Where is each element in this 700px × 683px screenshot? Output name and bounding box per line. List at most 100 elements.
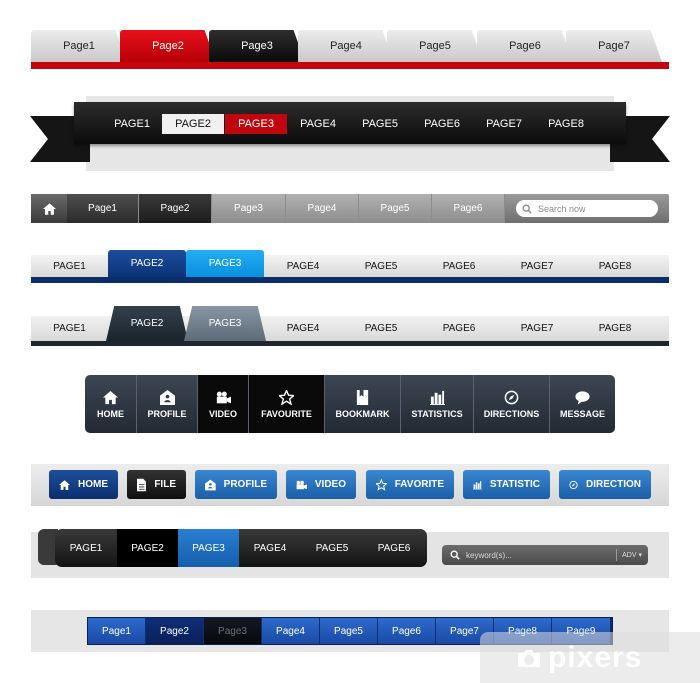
pill-nav-page4[interactable]: PAGE4 [239, 529, 301, 567]
pagination-page1[interactable]: Page1 [88, 618, 146, 644]
blue-nav-page3[interactable]: PAGE3 [186, 250, 264, 277]
tab-page2[interactable]: Page2 [120, 30, 216, 62]
icon-nav-label: STATISTICS [411, 408, 463, 419]
dark-tab-page6[interactable]: PAGE6 [420, 316, 498, 341]
toolbar-button-label: FILE [154, 479, 176, 490]
keyword-search-input[interactable]: keyword(s)... ADV ▾ [442, 545, 648, 565]
icon-nav-label: DIRECTIONS [483, 408, 540, 419]
video-icon [296, 480, 307, 489]
icon-nav-container: HOME PROFILE VIDEO FAVOURITE BOOKMARK ST… [85, 375, 615, 433]
ribbon-item-page6[interactable]: PAGE6 [416, 114, 468, 134]
toolbar-file-button[interactable]: FILE [127, 470, 186, 499]
dark-tab-page1[interactable]: PAGE1 [31, 316, 108, 341]
icon-nav-statistics[interactable]: STATISTICS [401, 375, 474, 433]
dark-tab-page8[interactable]: PAGE8 [576, 316, 654, 341]
ribbon-item-page8[interactable]: PAGE8 [540, 114, 592, 134]
blue-nav-page7[interactable]: PAGE7 [498, 255, 576, 277]
toolbar-favorite-button[interactable]: FAVORITE [366, 470, 454, 499]
icon-nav-label: HOME [97, 408, 124, 419]
tab-page6[interactable]: Page6 [477, 30, 573, 62]
home-icon [103, 390, 118, 404]
icon-nav-label: MESSAGE [559, 408, 605, 419]
icon-nav-directions[interactable]: DIRECTIONS [474, 375, 550, 433]
ribbon-item-page4[interactable]: PAGE4 [292, 114, 344, 134]
icon-nav-message[interactable]: MESSAGE [550, 375, 615, 433]
toolbar-direction-button[interactable]: DIRECTION [559, 470, 651, 499]
dark-tab-page5[interactable]: PAGE5 [342, 316, 420, 341]
compass-icon [504, 390, 519, 404]
nav-item-page1[interactable]: Page1 [67, 194, 139, 223]
icon-nav-bookmark[interactable]: BOOKMARK [325, 375, 401, 433]
star-icon [279, 389, 294, 405]
tab-page7[interactable]: Page7 [566, 30, 662, 62]
statistics-icon [473, 480, 482, 489]
blue-nav-page2[interactable]: PAGE2 [108, 250, 186, 277]
dark-tab-page3[interactable]: PAGE3 [184, 306, 266, 341]
toolbar-statistic-button[interactable]: STATISTIC [463, 470, 550, 499]
watermark: pixers [480, 632, 700, 683]
pill-nav-page6[interactable]: PAGE6 [363, 529, 425, 567]
nav-item-page6[interactable]: Page6 [432, 194, 505, 223]
ribbon-item-page2[interactable]: PAGE2 [162, 114, 224, 134]
message-icon [575, 390, 590, 405]
blue-nav-page4[interactable]: PAGE4 [264, 255, 342, 277]
tab-page1[interactable]: Page1 [31, 30, 127, 62]
dark-tab-page4[interactable]: PAGE4 [264, 316, 342, 341]
icon-nav-profile[interactable]: PROFILE [137, 375, 198, 433]
nav-item-page2[interactable]: Page2 [139, 194, 212, 223]
ribbon-item-page5[interactable]: PAGE5 [354, 114, 406, 134]
blue-underline-nav: PAGE1 PAGE2 PAGE3 PAGE4 PAGE5 PAGE6 PAGE… [0, 250, 700, 286]
pagination-page3[interactable]: Page3 [204, 618, 262, 644]
blue-nav-page1[interactable]: PAGE1 [31, 255, 108, 277]
search-icon [450, 550, 460, 560]
toolbar-button-label: DIRECTION [586, 479, 641, 490]
icon-nav-video[interactable]: VIDEO [198, 375, 249, 433]
profile-icon [159, 389, 175, 405]
nav-item-page5[interactable]: Page5 [359, 194, 432, 223]
bookmark-icon [356, 389, 369, 405]
blue-nav-page5[interactable]: PAGE5 [342, 255, 420, 277]
pagination-page4[interactable]: Page4 [262, 618, 320, 644]
ribbon-item-page7[interactable]: PAGE7 [478, 114, 530, 134]
icon-nav-home[interactable]: HOME [85, 375, 137, 433]
camera-icon [518, 649, 540, 667]
tab-page5[interactable]: Page5 [387, 30, 483, 62]
video-icon [216, 391, 231, 403]
tab-page3[interactable]: Page3 [209, 30, 305, 62]
dark-tab-page7[interactable]: PAGE7 [498, 316, 576, 341]
toolbar-button-label: STATISTIC [489, 479, 540, 490]
blue-nav-page6[interactable]: PAGE6 [420, 255, 498, 277]
button-toolbar: HOME FILE PROFILE VIDEO FAVORITE STATIST… [0, 464, 700, 506]
ribbon-item-page3[interactable]: PAGE3 [225, 114, 287, 134]
advanced-search-dropdown[interactable]: ADV ▾ [616, 549, 642, 561]
pill-nav-page5[interactable]: PAGE5 [301, 529, 363, 567]
blue-nav-page8[interactable]: PAGE8 [576, 255, 654, 277]
pill-nav-bar: PAGE1 PAGE2 PAGE3 PAGE4 PAGE5 PAGE6 [55, 529, 427, 567]
ribbon-item-page1[interactable]: PAGE1 [106, 114, 158, 134]
icon-nav-favourite[interactable]: FAVOURITE [249, 375, 325, 433]
grey-nav-bar: Page1 Page2 Page3 Page4 Page5 Page6 Sear… [0, 194, 700, 224]
pill-nav-page3[interactable]: PAGE3 [178, 529, 239, 567]
icon-nav-bar: HOME PROFILE VIDEO FAVOURITE BOOKMARK ST… [0, 375, 700, 433]
home-button[interactable] [31, 194, 67, 223]
search-icon [522, 204, 532, 214]
toolbar-video-button[interactable]: VIDEO [286, 470, 356, 499]
statistics-icon [429, 390, 445, 405]
dark-tab-underline [31, 341, 669, 346]
tab-page4[interactable]: Page4 [298, 30, 394, 62]
icon-nav-label: FAVOURITE [261, 408, 312, 419]
nav-item-page3[interactable]: Page3 [212, 194, 286, 223]
dark-tab-page2[interactable]: PAGE2 [106, 306, 188, 341]
dark-tab-nav: PAGE1 PAGE2 PAGE3 PAGE4 PAGE5 PAGE6 PAGE… [0, 306, 700, 346]
toolbar-profile-button[interactable]: PROFILE [195, 470, 277, 499]
nav-item-page4[interactable]: Page4 [286, 194, 359, 223]
pill-nav-page1[interactable]: PAGE1 [55, 529, 117, 567]
home-icon [42, 202, 56, 215]
pagination-page6[interactable]: Page6 [378, 618, 436, 644]
pill-nav-page2[interactable]: PAGE2 [117, 529, 178, 567]
pagination-page5[interactable]: Page5 [320, 618, 378, 644]
search-input[interactable]: Search now [516, 200, 658, 217]
compass-icon [569, 480, 578, 489]
toolbar-home-button[interactable]: HOME [49, 470, 118, 499]
pagination-page2[interactable]: Page2 [146, 618, 204, 644]
